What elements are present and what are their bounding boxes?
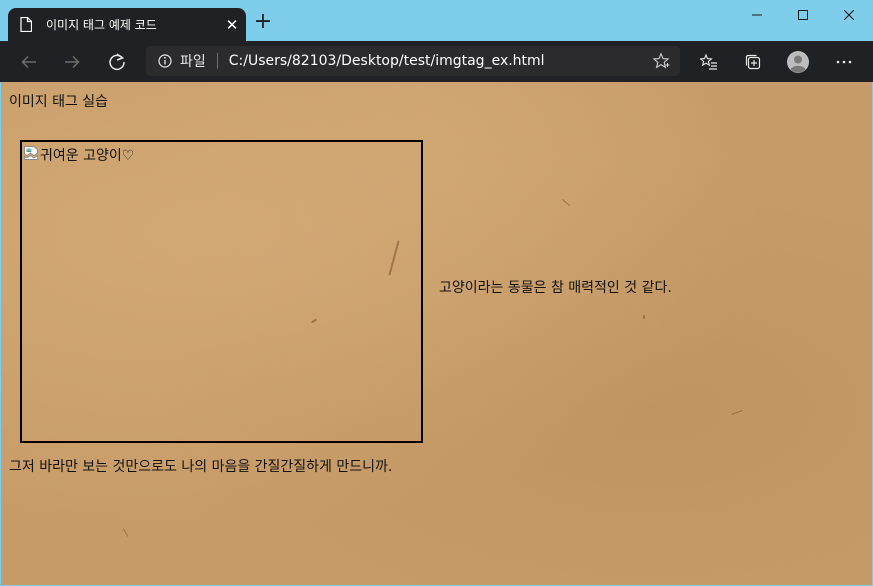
title-bar: 이미지 태그 예제 코드 ✕ + [0, 0, 873, 41]
url-text[interactable]: C:/Users/82103/Desktop/test/imgtag_ex.ht… [229, 53, 652, 69]
paper-fiber [122, 528, 129, 537]
page-content: 이미지 태그 실습 귀여운 고양이♡ 고양이라는 동물은 참 매력적인 것 같다… [1, 82, 872, 585]
image-alt-text: 귀여운 고양이♡ [40, 148, 135, 164]
cat-image-frame: 귀여운 고양이♡ [20, 140, 423, 443]
broken-image-icon [24, 146, 38, 160]
refresh-button[interactable] [102, 47, 132, 77]
favorites-button[interactable] [694, 47, 724, 77]
close-icon [844, 10, 854, 20]
forward-button[interactable] [57, 47, 87, 77]
broken-image: 귀여운 고양이♡ [23, 145, 134, 165]
paper-fiber [643, 315, 645, 319]
close-window-button[interactable] [826, 0, 872, 30]
browser-tab[interactable]: 이미지 태그 예제 코드 ✕ [8, 8, 246, 41]
star-icon[interactable] [652, 52, 670, 70]
favorites-icon [700, 53, 717, 70]
maximize-button[interactable] [780, 0, 826, 30]
paper-fiber [731, 409, 743, 416]
tab-title: 이미지 태그 예제 코드 [46, 18, 157, 32]
collections-icon [745, 54, 761, 70]
document-icon [20, 17, 32, 32]
minimize-button[interactable] [734, 0, 780, 30]
browser-toolbar: 파일 C:/Users/82103/Desktop/test/imgtag_ex… [0, 41, 873, 82]
profile-button[interactable] [783, 47, 813, 77]
avatar-icon [787, 51, 809, 73]
maximize-icon [798, 10, 808, 20]
paper-fiber [561, 198, 571, 207]
tab-close-button[interactable]: ✕ [218, 16, 246, 34]
new-tab-button[interactable]: + [251, 11, 275, 35]
address-bar[interactable]: 파일 C:/Users/82103/Desktop/test/imgtag_ex… [146, 46, 680, 76]
info-icon[interactable] [158, 54, 172, 68]
scheme-label: 파일 [180, 54, 206, 70]
settings-menu-button[interactable] [829, 47, 859, 77]
address-divider [216, 53, 218, 69]
collections-button[interactable] [738, 47, 768, 77]
more-icon [836, 60, 852, 64]
side-caption: 고양이라는 동물은 참 매력적인 것 같다. [439, 280, 672, 296]
bottom-caption: 그저 바라만 보는 것만으로도 나의 마음을 간질간질하게 만드니까. [9, 459, 393, 475]
page-heading: 이미지 태그 실습 [9, 94, 109, 110]
refresh-icon [109, 53, 125, 71]
back-button[interactable] [14, 47, 44, 77]
arrow-right-icon [65, 55, 80, 69]
arrow-left-icon [21, 55, 36, 69]
minimize-icon [752, 14, 762, 16]
